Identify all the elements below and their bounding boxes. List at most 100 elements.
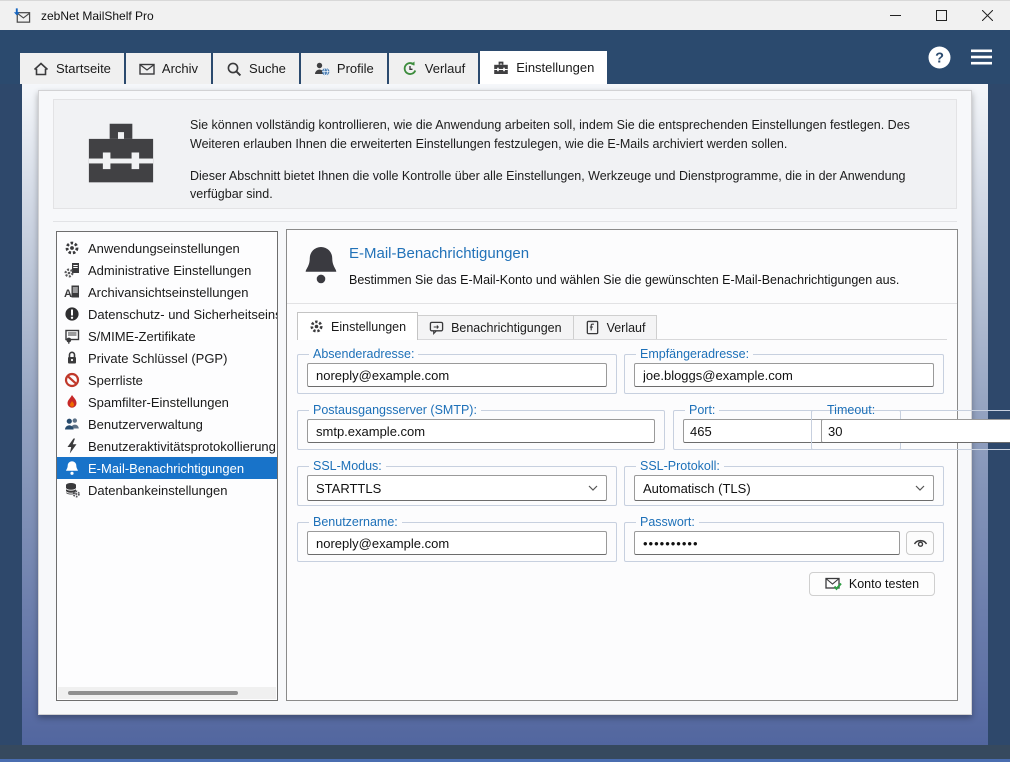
bell-icon bbox=[64, 460, 80, 476]
menu-button[interactable] bbox=[971, 49, 992, 65]
chevron-down-icon bbox=[915, 485, 925, 491]
journal-icon bbox=[585, 320, 600, 335]
maximize-button[interactable] bbox=[918, 1, 964, 30]
reveal-password-button[interactable] bbox=[906, 531, 934, 555]
minimize-button[interactable] bbox=[872, 1, 918, 30]
gear-icon bbox=[309, 319, 324, 334]
horizontal-scrollbar[interactable] bbox=[58, 687, 276, 699]
window-title: zebNet MailShelf Pro bbox=[41, 9, 154, 23]
ssl-mode-value: STARTTLS bbox=[316, 481, 381, 496]
sidebar-item-benutzerverwaltung[interactable]: Benutzerverwaltung bbox=[57, 413, 277, 435]
subtab-label: Benachrichtigungen bbox=[451, 321, 562, 335]
certificate-icon bbox=[64, 328, 80, 344]
intro-box: Sie können vollständig kontrollieren, wi… bbox=[53, 99, 957, 209]
close-button[interactable] bbox=[964, 1, 1010, 30]
tab-archiv[interactable]: Archiv bbox=[126, 53, 211, 84]
section-title: E-Mail-Benachrichtigungen bbox=[349, 245, 529, 262]
timeout-stepper bbox=[821, 419, 1010, 443]
username-input[interactable] bbox=[307, 531, 607, 555]
subtab-label: Einstellungen bbox=[331, 320, 406, 334]
help-button[interactable]: ? bbox=[928, 46, 951, 69]
mail-check-icon bbox=[825, 577, 842, 591]
sidebar-item-label: Sperrliste bbox=[88, 373, 143, 388]
eye-icon bbox=[913, 537, 928, 549]
sidebar-item-anwendungseinstellungen[interactable]: Anwendungseinstellungen bbox=[57, 237, 277, 259]
ssl-mode-dropdown[interactable]: STARTTLS bbox=[307, 475, 607, 501]
intro-text: Sie können vollständig kontrollieren, wi… bbox=[190, 116, 938, 204]
tab-einstellungen[interactable]: Einstellungen bbox=[480, 51, 607, 84]
sidebar-item-administrative-einstellungen[interactable]: Administrative Einstellungen bbox=[57, 259, 277, 281]
profile-globe-icon bbox=[314, 61, 330, 77]
ssl-protocol-label: SSL-Protokoll: bbox=[636, 459, 724, 473]
warning-circle-icon bbox=[64, 306, 80, 322]
subtab-benachrichtigungen[interactable]: Benachrichtigungen bbox=[418, 315, 574, 340]
svg-text:A: A bbox=[64, 288, 72, 300]
subtab-einstellungen[interactable]: Einstellungen bbox=[297, 312, 418, 340]
sidebar-item-private-schluessel-pgp[interactable]: Private Schlüssel (PGP) bbox=[57, 347, 277, 369]
recipient-address-label: Empfängeradresse: bbox=[636, 347, 753, 361]
port-label: Port: bbox=[685, 403, 719, 417]
home-icon bbox=[33, 61, 49, 77]
intro-paragraph-1: Sie können vollständig kontrollieren, wi… bbox=[190, 116, 938, 154]
sidebar-item-spamfilter-einstellungen[interactable]: Spamfilter-Einstellungen bbox=[57, 391, 277, 413]
sidebar-item-label: Administrative Einstellungen bbox=[88, 263, 251, 278]
separator bbox=[287, 303, 957, 304]
tab-label: Verlauf bbox=[425, 61, 465, 76]
window-controls bbox=[872, 1, 1010, 30]
sidebar-item-label: Benutzerverwaltung bbox=[88, 417, 203, 432]
tab-verlauf[interactable]: Verlauf bbox=[389, 53, 478, 84]
timeout-label: Timeout: bbox=[823, 403, 879, 417]
header-actions: ? bbox=[928, 30, 992, 84]
sidebar-item-benutzeraktivitaetsprotokollierung[interactable]: Benutzeraktivitätsprotokollierung bbox=[57, 435, 277, 457]
sidebar-item-label: Anwendungseinstellungen bbox=[88, 241, 240, 256]
header-band: Startseite Archiv Suche Profile Verlauf … bbox=[0, 30, 1010, 84]
timeout-input[interactable] bbox=[822, 420, 1010, 442]
password-input[interactable] bbox=[634, 531, 900, 555]
tab-label: Archiv bbox=[162, 61, 198, 76]
gear-document-icon bbox=[64, 262, 80, 278]
sender-address-input[interactable] bbox=[307, 363, 607, 387]
sidebar-item-label: Datenschutz- und Sicherheitseinstellu bbox=[88, 307, 277, 322]
username-label: Benutzername: bbox=[309, 515, 402, 529]
tab-profile[interactable]: Profile bbox=[301, 53, 387, 84]
tab-suche[interactable]: Suche bbox=[213, 53, 299, 84]
client-area: Sie können vollständig kontrollieren, wi… bbox=[22, 84, 988, 745]
email-notifications-section: E-Mail-Benachrichtigungen Bestimmen Sie … bbox=[286, 229, 958, 701]
lightning-icon bbox=[64, 438, 80, 454]
sidebar-item-sperrliste[interactable]: Sperrliste bbox=[57, 369, 277, 391]
help-icon: ? bbox=[928, 46, 951, 69]
smtp-server-group: Postausgangsserver (SMTP): bbox=[297, 403, 665, 450]
sidebar-item-datenschutz-sicherheit[interactable]: Datenschutz- und Sicherheitseinstellu bbox=[57, 303, 277, 325]
tab-label: Einstellungen bbox=[516, 60, 594, 75]
recipient-address-group: Empfängeradresse: bbox=[624, 347, 944, 394]
tab-label: Startseite bbox=[56, 61, 111, 76]
sidebar-item-archivansichtseinstellungen[interactable]: A Archivansichtseinstellungen bbox=[57, 281, 277, 303]
scrollbar-thumb[interactable] bbox=[68, 691, 238, 695]
sidebar-item-smime-zertifikate[interactable]: S/MIME-Zertifikate bbox=[57, 325, 277, 347]
sidebar-item-label: S/MIME-Zertifikate bbox=[88, 329, 196, 344]
subtab-verlauf[interactable]: Verlauf bbox=[574, 315, 658, 340]
svg-text:?: ? bbox=[935, 50, 944, 66]
tab-startseite[interactable]: Startseite bbox=[20, 53, 124, 84]
password-row bbox=[634, 531, 934, 555]
settings-category-list: Anwendungseinstellungen Administrative E… bbox=[56, 231, 278, 701]
tab-label: Profile bbox=[337, 61, 374, 76]
database-gear-icon bbox=[64, 482, 80, 498]
users-icon bbox=[64, 416, 80, 432]
ssl-protocol-dropdown[interactable]: Automatisch (TLS) bbox=[634, 475, 934, 501]
sidebar-item-label: Private Schlüssel (PGP) bbox=[88, 351, 227, 366]
sender-address-group: Absenderadresse: bbox=[297, 347, 617, 394]
test-account-button[interactable]: Konto testen bbox=[809, 572, 935, 596]
smtp-server-input[interactable] bbox=[307, 419, 655, 443]
sidebar-item-label: Archivansichtseinstellungen bbox=[88, 285, 248, 300]
minimize-icon bbox=[890, 10, 901, 21]
archive-view-icon: A bbox=[64, 284, 80, 300]
sidebar-item-datenbankeinstellungen[interactable]: Datenbankeinstellungen bbox=[57, 479, 277, 501]
sidebar-item-label: Benutzeraktivitätsprotokollierung bbox=[88, 439, 276, 454]
test-account-label: Konto testen bbox=[849, 577, 919, 591]
chat-bubble-icon bbox=[429, 320, 444, 335]
close-icon bbox=[982, 10, 993, 21]
recipient-address-input[interactable] bbox=[634, 363, 934, 387]
sidebar-item-email-benachrichtigungen[interactable]: E-Mail-Benachrichtigungen bbox=[57, 457, 277, 479]
lock-icon bbox=[64, 350, 80, 366]
